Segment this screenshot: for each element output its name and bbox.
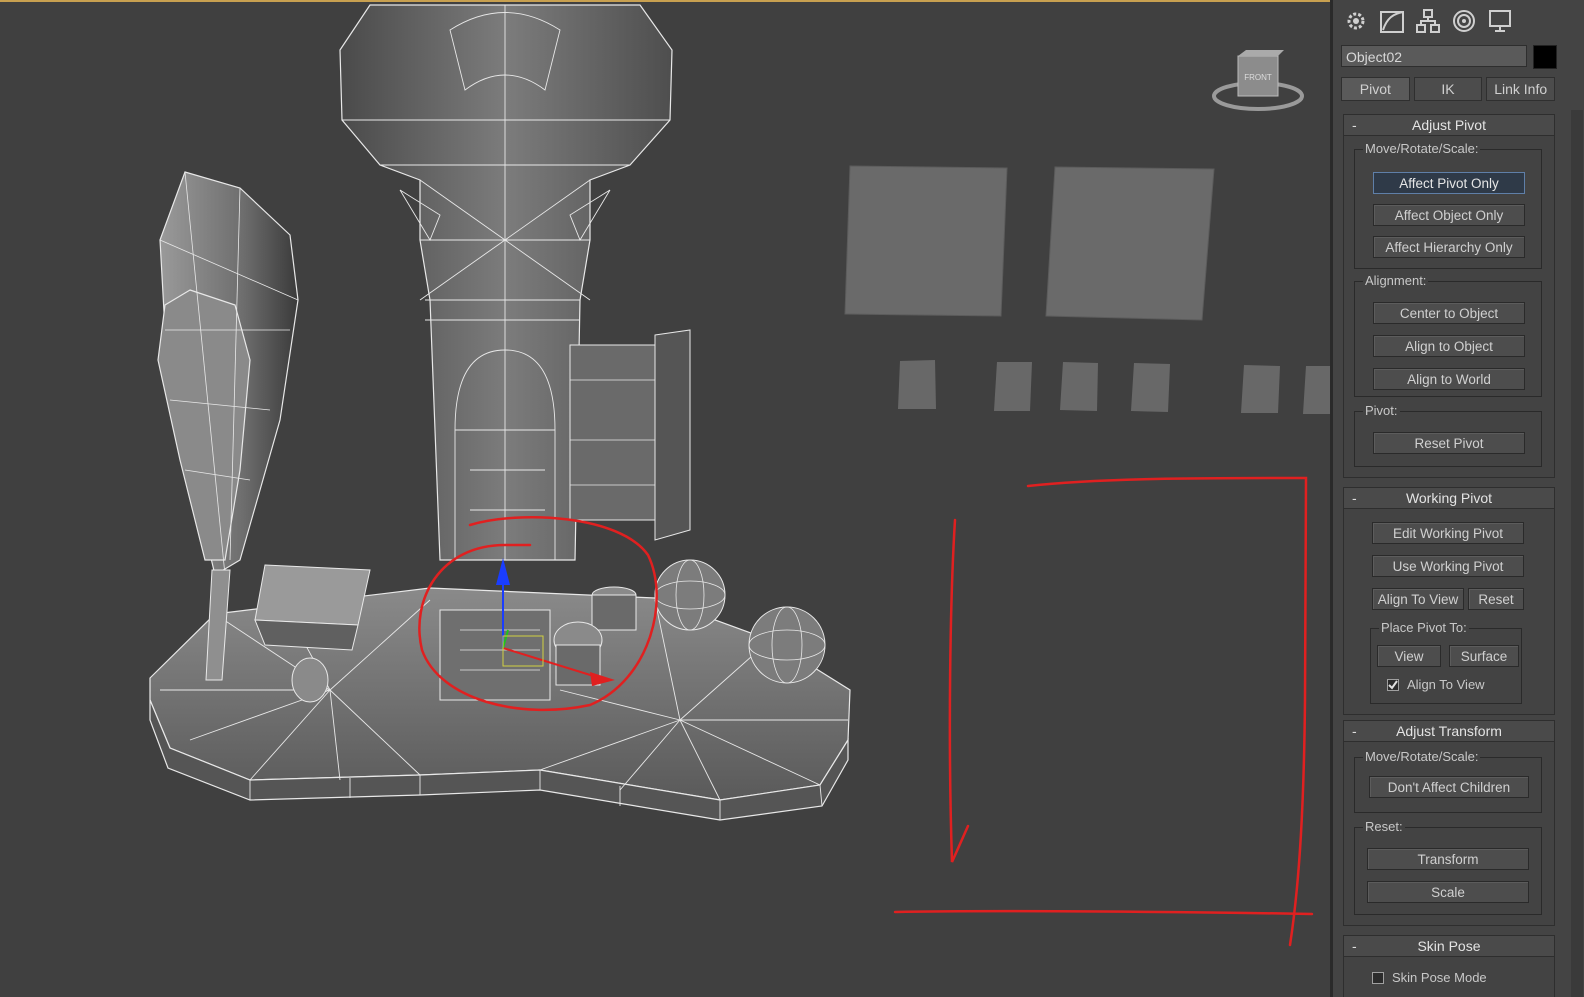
working-pivot-header[interactable]: - Working Pivot [1344,488,1554,509]
working-pivot-title: Working Pivot [1405,490,1493,506]
align-to-object-button[interactable]: Align to Object [1373,335,1525,357]
reset-working-pivot-button[interactable]: Reset [1468,588,1524,610]
edit-working-pivot-button[interactable]: Edit Working Pivot [1372,522,1524,544]
tower-mesh[interactable] [339,4,691,561]
alignment-group: Alignment: Center to Object Align to Obj… [1354,273,1542,397]
adjust-pivot-header[interactable]: - Adjust Pivot [1344,115,1554,136]
collapse-icon: - [1352,723,1357,739]
place-pivot-surface-button[interactable]: Surface [1449,645,1519,667]
flat-planes[interactable] [844,165,1330,414]
skin-pose-mode-label: Skin Pose Mode [1392,970,1487,985]
modify-icon[interactable] [1377,6,1407,36]
group-label: Reset: [1363,819,1405,834]
group-label: Place Pivot To: [1379,620,1469,635]
skin-pose-header[interactable]: - Skin Pose [1344,936,1554,957]
group-label: Pivot: [1363,403,1400,418]
skin-pose-mode-checkbox[interactable] [1372,972,1384,984]
pivot-group: Pivot: Reset Pivot [1354,403,1542,467]
annotation-bottom-line [893,909,1314,916]
scene-canvas[interactable]: FRONT [0,0,1330,997]
affect-object-only-button[interactable]: Affect Object Only [1373,204,1525,226]
panel-scrollbar[interactable] [1571,110,1583,997]
adjust-transform-rollout: - Adjust Transform Move/Rotate/Scale: Don… [1343,720,1555,926]
align-to-view-button[interactable]: Align To View [1372,588,1464,610]
collapse-icon: - [1352,938,1357,954]
display-icon[interactable] [1485,6,1515,36]
transform-reset-group: Reset: Transform Scale [1354,819,1542,915]
align-to-world-button[interactable]: Align to World [1373,368,1525,390]
annotation-right-bracket [1026,476,1308,947]
checkmark-icon [1388,680,1398,690]
adjust-transform-header[interactable]: - Adjust Transform [1344,721,1554,742]
reset-pivot-button[interactable]: Reset Pivot [1373,432,1525,454]
place-pivot-to-group: Place Pivot To: View Surface Align To Vi… [1370,620,1522,704]
center-to-object-button[interactable]: Center to Object [1373,302,1525,324]
tab-pivot[interactable]: Pivot [1341,77,1410,101]
command-panel: Object02 Pivot IK Link Info - Adjust Pivo… [1330,0,1584,997]
group-label: Alignment: [1363,273,1429,288]
affect-hierarchy-only-button[interactable]: Affect Hierarchy Only [1373,236,1525,258]
place-pivot-view-button[interactable]: View [1377,645,1441,667]
hierarchy-subtabs: Pivot IK Link Info [1341,77,1556,101]
perspective-viewport[interactable]: FRONT [0,0,1330,997]
annotation-down-arrow [948,518,970,863]
align-to-view-label: Align To View [1407,677,1485,692]
skin-pose-rollout: - Skin Pose Skin Pose Mode [1343,935,1555,997]
tab-link-info[interactable]: Link Info [1486,77,1556,101]
collapse-icon: - [1352,117,1357,133]
object-color-swatch[interactable] [1533,45,1557,69]
affect-pivot-only-button[interactable]: Affect Pivot Only [1373,172,1525,194]
dont-affect-children-button[interactable]: Don't Affect Children [1369,776,1529,798]
working-pivot-rollout: - Working Pivot Edit Working Pivot Use Wo… [1343,487,1555,715]
group-label: Move/Rotate/Scale: [1363,141,1481,156]
group-label: Move/Rotate/Scale: [1363,749,1481,764]
transform-move-rotate-scale-group: Move/Rotate/Scale: Don't Affect Children [1354,749,1542,813]
command-panel-tabs [1341,6,1515,38]
collapse-icon: - [1352,490,1357,506]
adjust-pivot-rollout: - Adjust Pivot Move/Rotate/Scale: Affect … [1343,114,1555,478]
adjust-transform-title: Adjust Transform [1396,723,1502,739]
reset-scale-button[interactable]: Scale [1367,881,1529,903]
align-to-view-checkbox[interactable] [1387,679,1399,691]
viewcube-label: FRONT [1244,73,1272,82]
hierarchy-icon[interactable] [1413,6,1443,36]
motion-icon[interactable] [1449,6,1479,36]
object-name-field[interactable]: Object02 [1341,45,1527,67]
move-rotate-scale-group: Move/Rotate/Scale: Affect Pivot Only Aff… [1354,141,1542,269]
skin-pose-title: Skin Pose [1417,938,1481,954]
create-icon[interactable] [1341,6,1371,36]
use-working-pivot-button[interactable]: Use Working Pivot [1372,555,1524,577]
tab-ik[interactable]: IK [1413,77,1483,101]
viewcube[interactable]: FRONT [1212,50,1304,111]
adjust-pivot-title: Adjust Pivot [1412,117,1486,133]
reset-transform-button[interactable]: Transform [1367,848,1529,870]
